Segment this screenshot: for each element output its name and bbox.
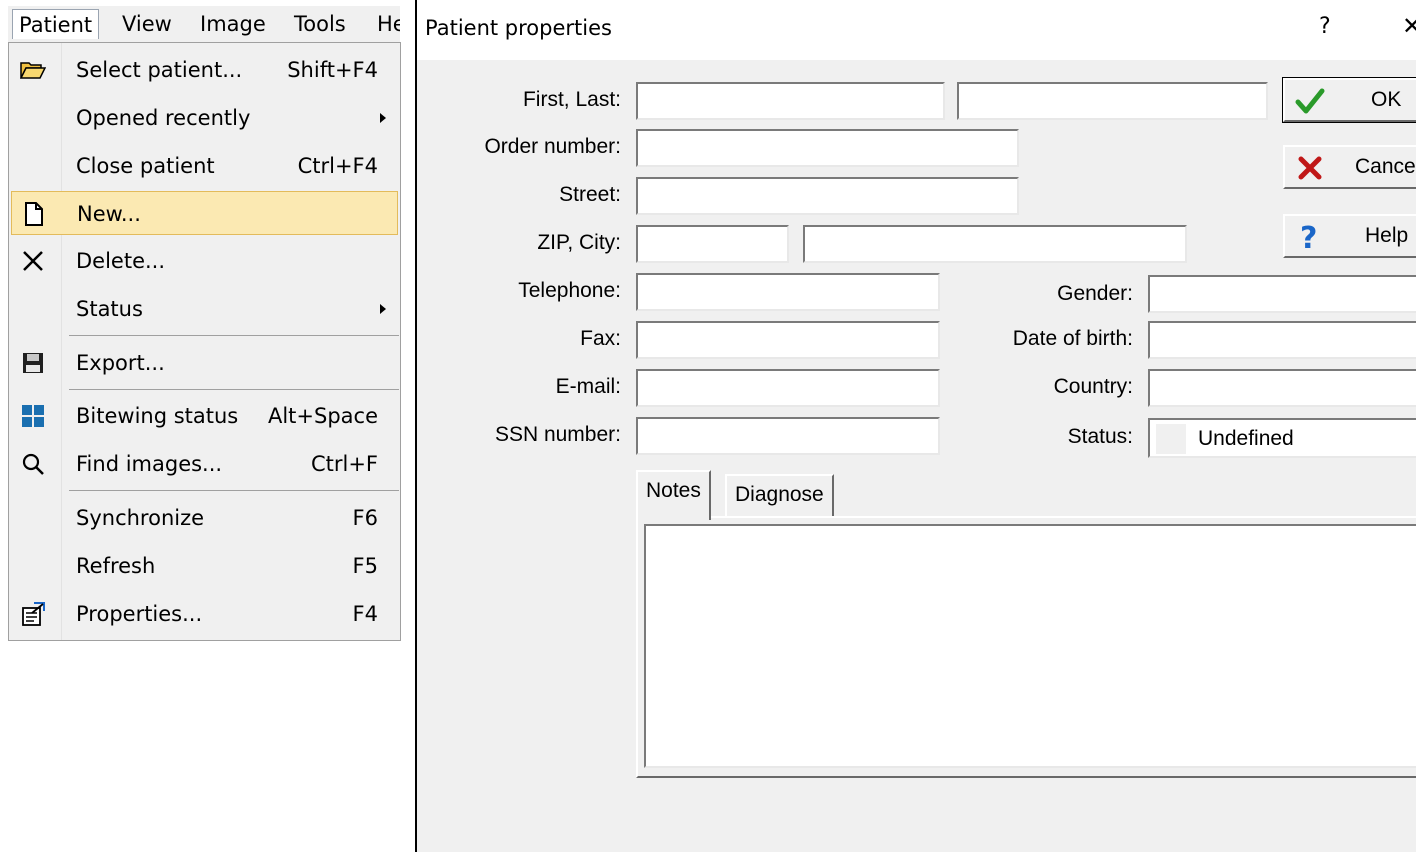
menu-item-opened-recently[interactable]: Opened recently <box>11 96 398 140</box>
cancel-button-label: Cance <box>1355 155 1416 178</box>
menu-item-label: Export... <box>76 351 165 375</box>
date-of-birth-input[interactable] <box>1148 321 1416 359</box>
cancel-button[interactable]: Cance <box>1283 145 1416 189</box>
help-question-icon: ? <box>1293 220 1327 254</box>
menu-item-label: Close patient <box>76 154 215 178</box>
menu-item-shortcut: F4 <box>352 602 378 626</box>
menu-tools[interactable]: Tools <box>288 9 352 39</box>
menu-item-label: Select patient... <box>76 58 243 82</box>
telephone-label: Telephone: <box>518 279 621 302</box>
first-last-label: First, Last: <box>522 88 621 111</box>
menu-item-refresh[interactable]: Refresh F5 <box>11 544 398 588</box>
menu-item-close-patient[interactable]: Close patient Ctrl+F4 <box>11 144 398 188</box>
patient-menu-dropdown: Select patient... Shift+F4 Opened recent… <box>8 42 401 641</box>
tab-diagnose[interactable]: Diagnose <box>725 474 834 516</box>
notes-textarea[interactable] <box>644 524 1416 768</box>
properties-icon <box>15 598 51 630</box>
menu-item-new[interactable]: New... <box>11 191 398 235</box>
gender-select[interactable] <box>1148 275 1416 313</box>
dialog-title-bar[interactable]: Patient properties ? ✕ <box>417 0 1416 60</box>
tab-notes[interactable]: Notes <box>636 470 711 520</box>
country-select[interactable] <box>1148 369 1416 407</box>
grid-icon <box>15 400 51 432</box>
menu-item-label: Refresh <box>76 554 156 578</box>
last-name-input[interactable] <box>957 82 1268 120</box>
menu-item-label: Status <box>76 297 143 321</box>
menu-patient[interactable]: Patient <box>12 9 100 39</box>
country-label: Country: <box>1053 375 1133 398</box>
status-field[interactable]: Undefined <box>1148 418 1416 458</box>
zip-input[interactable] <box>636 225 789 263</box>
menu-item-find-images[interactable]: Find images... Ctrl+F <box>11 442 398 486</box>
menu-item-label: New... <box>77 202 141 226</box>
menu-item-shortcut: Shift+F4 <box>287 58 378 82</box>
menu-item-label: Find images... <box>76 452 223 476</box>
magnifier-icon <box>15 448 51 480</box>
submenu-arrow-icon <box>380 304 386 314</box>
email-input[interactable] <box>636 369 940 407</box>
menu-item-shortcut: Ctrl+F4 <box>297 154 378 178</box>
fax-label: Fax: <box>580 327 621 350</box>
menu-item-label: Synchronize <box>76 506 205 530</box>
notes-tab-panel <box>636 516 1416 778</box>
ok-button[interactable]: OK <box>1282 77 1416 123</box>
menu-separator <box>69 335 399 336</box>
street-input[interactable] <box>636 177 1019 215</box>
status-value: Undefined <box>1198 427 1294 450</box>
menu-item-properties[interactable]: Properties... F4 <box>11 592 398 636</box>
new-document-icon <box>16 198 52 230</box>
menu-item-shortcut: Alt+Space <box>267 404 378 428</box>
help-question-icon[interactable]: ? <box>1319 14 1331 39</box>
street-label: Street: <box>559 183 621 206</box>
menu-item-bitewing-status[interactable]: Bitewing status Alt+Space <box>11 394 398 438</box>
ssn-input[interactable] <box>636 417 940 455</box>
status-color-swatch <box>1156 424 1186 454</box>
order-number-input[interactable] <box>636 129 1019 167</box>
menu-separator <box>69 389 399 390</box>
menu-item-shortcut: Ctrl+F <box>310 452 378 476</box>
ssn-label: SSN number: <box>494 423 621 446</box>
menu-item-status[interactable]: Status <box>11 287 398 331</box>
status-label: Status: <box>1067 425 1133 448</box>
menu-image[interactable]: Image <box>194 9 272 39</box>
first-name-input[interactable] <box>636 82 945 120</box>
dialog-title: Patient properties <box>425 16 612 40</box>
telephone-input[interactable] <box>636 273 940 311</box>
menu-item-delete[interactable]: Delete... <box>11 239 398 283</box>
email-label: E-mail: <box>555 375 621 398</box>
date-of-birth-label: Date of birth: <box>1012 327 1133 350</box>
menu-item-select-patient[interactable]: Select patient... Shift+F4 <box>11 48 398 92</box>
cancel-x-icon <box>1293 151 1327 185</box>
open-folder-icon <box>15 54 51 86</box>
patient-properties-dialog: Patient properties ? ✕ First, Last: Orde… <box>415 0 1416 852</box>
menu-item-label: Bitewing status <box>76 404 239 428</box>
gender-label: Gender: <box>1057 282 1133 305</box>
order-number-label: Order number: <box>484 135 621 158</box>
svg-text:?: ? <box>1300 221 1317 253</box>
menu-item-shortcut: F6 <box>352 506 378 530</box>
menu-item-export[interactable]: Export... <box>11 341 398 385</box>
city-input[interactable] <box>803 225 1187 263</box>
ok-button-label: OK <box>1371 88 1402 111</box>
menu-separator <box>69 490 399 491</box>
submenu-arrow-icon <box>380 113 386 123</box>
menu-item-synchronize[interactable]: Synchronize F6 <box>11 496 398 540</box>
close-icon[interactable]: ✕ <box>1402 12 1416 40</box>
save-disk-icon <box>15 347 51 379</box>
check-icon <box>1293 84 1327 118</box>
menu-bar: Patient View Image Tools He <box>8 6 400 43</box>
delete-x-icon <box>15 245 51 277</box>
menu-item-label: Delete... <box>76 249 166 273</box>
menu-item-label: Opened recently <box>76 106 251 130</box>
zip-city-label: ZIP, City: <box>537 231 621 254</box>
fax-input[interactable] <box>636 321 940 359</box>
help-button[interactable]: ? Help <box>1283 214 1416 258</box>
menu-item-label: Properties... <box>76 602 203 626</box>
menu-view[interactable]: View <box>116 9 178 39</box>
menu-item-shortcut: F5 <box>352 554 378 578</box>
help-button-label: Help <box>1365 224 1409 247</box>
menu-help[interactable]: He <box>372 9 400 39</box>
